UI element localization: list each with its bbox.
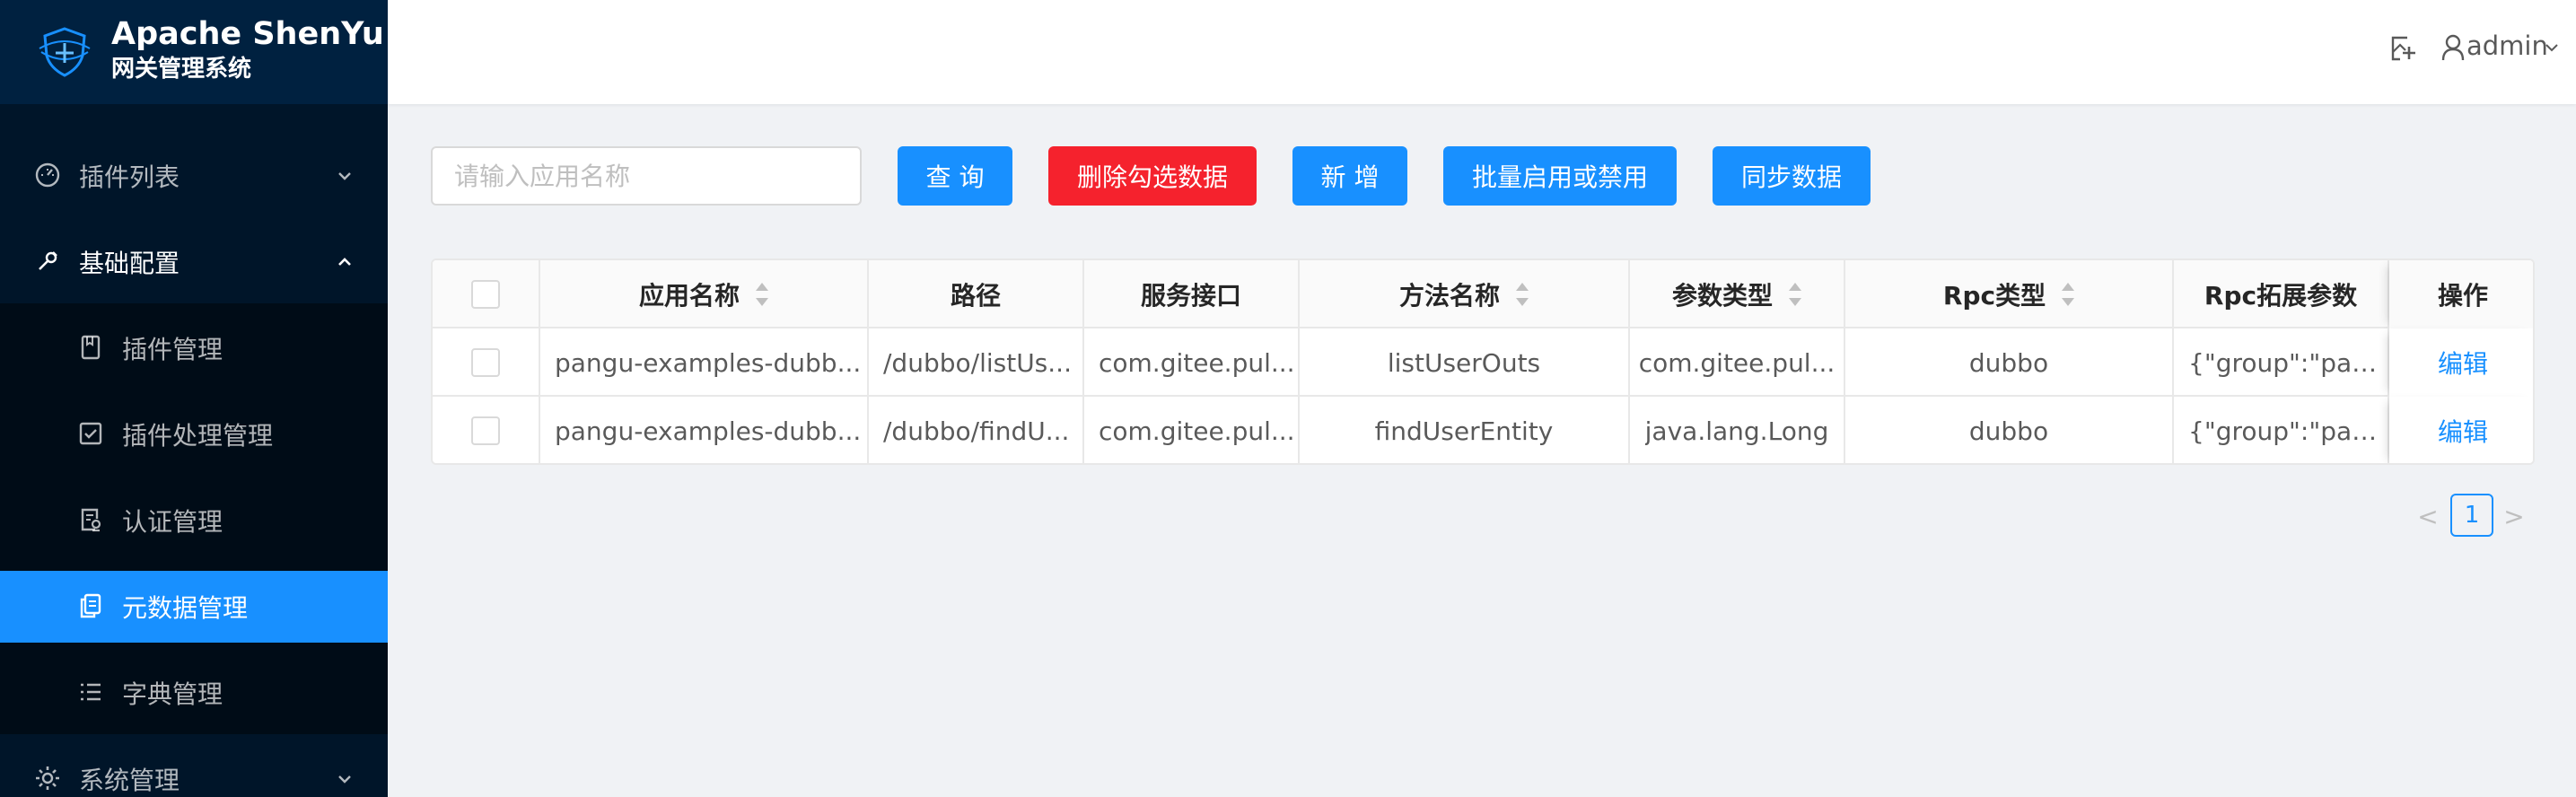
cell-rpc-type: dubbo: [1845, 397, 2174, 463]
sidebar-item-metadata[interactable]: 元数据管理: [0, 571, 388, 643]
cell-path: /dubbo/listUs...: [869, 328, 1084, 397]
cell-rpc-ext: {"group":"pan...: [2174, 328, 2389, 397]
pagination-next[interactable]: >: [2501, 502, 2528, 531]
column-title: 路径: [950, 281, 1001, 311]
select-all-checkbox[interactable]: [471, 280, 500, 309]
query-button[interactable]: 查 询: [898, 146, 1012, 206]
edit-link[interactable]: 编辑: [2438, 345, 2488, 381]
sidebar-item-basic-config[interactable]: 基础配置: [0, 219, 388, 305]
sidebar-item-plugin-handle[interactable]: 插件处理管理: [0, 391, 388, 477]
app-subtitle: 网关管理系统: [111, 56, 252, 83]
table-header: 应用名称 路径 服务接口 方法名称 参数类型 Rpc类型 Rpc拓展参数 操作: [433, 260, 2533, 328]
batch-enable-disable-button[interactable]: 批量启用或禁用: [1443, 146, 1677, 206]
shenyu-logo-icon: [39, 27, 91, 77]
table-row: pangu-examples-dubb... /dubbo/findU... c…: [433, 397, 2533, 463]
app-name-search-input[interactable]: [431, 146, 862, 206]
sort-icon[interactable]: [1516, 283, 1529, 306]
sidebar-item-auth[interactable]: 认证管理: [0, 477, 388, 564]
column-title: 操作: [2437, 281, 2488, 311]
chevron-down-icon[interactable]: [2544, 39, 2560, 56]
sidebar-item-plugin-list[interactable]: 插件列表: [0, 133, 388, 219]
metadata-table: 应用名称 路径 服务接口 方法名称 参数类型 Rpc类型 Rpc拓展参数 操作 …: [431, 258, 2535, 465]
table-row: pangu-examples-dubb... /dubbo/listUs... …: [433, 328, 2533, 397]
top-header: admin: [388, 0, 2576, 104]
delete-selected-button[interactable]: 删除勾选数据: [1048, 146, 1257, 206]
cell-service: com.gitee.pul...: [1084, 397, 1300, 463]
list-icon: [81, 683, 101, 701]
column-header-path: 路径: [869, 260, 1084, 328]
cell-service: com.gitee.pul...: [1084, 328, 1300, 397]
edit-link[interactable]: 编辑: [2438, 413, 2488, 449]
sidebar-item-label: 基础配置: [79, 249, 180, 278]
cell-method: findUserEntity: [1300, 397, 1630, 463]
column-title: Rpc拓展参数: [2204, 281, 2358, 311]
pagination-page-1[interactable]: 1: [2450, 494, 2493, 537]
column-title: 参数类型: [1671, 281, 1773, 311]
column-header-rpc-ext: Rpc拓展参数: [2174, 260, 2389, 328]
dashboard-icon: [35, 162, 60, 188]
cell-param-types: com.gitee.pul...: [1630, 328, 1845, 397]
sidebar-item-label: 元数据管理: [122, 593, 249, 623]
book-icon: [81, 335, 101, 360]
cell-action: 编辑: [2389, 397, 2533, 463]
sidebar-item-label: 字典管理: [122, 679, 223, 709]
row-select-cell: [433, 328, 540, 397]
sidebar-item-label: 插件列表: [79, 162, 180, 192]
cell-action: 编辑: [2389, 328, 2533, 397]
pagination-prev[interactable]: <: [2414, 502, 2441, 531]
fullscreen-icon[interactable]: [2389, 34, 2418, 63]
column-header-app-name[interactable]: 应用名称: [540, 260, 869, 328]
cell-app-name: pangu-examples-dubb...: [540, 328, 869, 397]
sidebar-item-system[interactable]: 系统管理: [0, 736, 388, 797]
row-checkbox[interactable]: [471, 416, 500, 445]
tool-icon: [39, 251, 57, 270]
column-header-service: 服务接口: [1084, 260, 1300, 328]
sort-icon[interactable]: [756, 283, 768, 306]
column-title: Rpc类型: [1942, 281, 2046, 311]
user-icon[interactable]: [2441, 34, 2465, 61]
app-title: Apache ShenYu: [111, 16, 384, 52]
username[interactable]: admin: [2466, 31, 2548, 61]
cell-rpc-type: dubbo: [1845, 328, 2174, 397]
logo[interactable]: Apache ShenYu 网关管理系统: [0, 0, 388, 104]
row-select-cell: [433, 397, 540, 463]
sidebar-item-dict[interactable]: 字典管理: [0, 650, 388, 736]
select-all-cell: [433, 260, 540, 328]
cell-path: /dubbo/findU...: [869, 397, 1084, 463]
sort-icon[interactable]: [1789, 283, 1801, 306]
cell-rpc-ext: {"group":"pan...: [2174, 397, 2389, 463]
column-header-action: 操作: [2389, 260, 2533, 328]
sidebar-item-label: 插件处理管理: [122, 421, 274, 451]
chevron-up-icon: [338, 258, 351, 266]
column-header-param-types[interactable]: 参数类型: [1630, 260, 1845, 328]
sidebar-item-label: 认证管理: [122, 507, 223, 537]
add-button[interactable]: 新 增: [1292, 146, 1407, 206]
audit-icon: [81, 508, 101, 532]
sync-data-button[interactable]: 同步数据: [1713, 146, 1871, 206]
sidebar-item-label: 系统管理: [79, 766, 180, 795]
cell-method: listUserOuts: [1300, 328, 1630, 397]
column-title: 服务接口: [1140, 281, 1241, 311]
column-title: 应用名称: [638, 281, 740, 311]
sidebar-item-plugin-manage[interactable]: 插件管理: [0, 305, 388, 391]
cell-param-types: java.lang.Long: [1630, 397, 1845, 463]
column-header-rpc-type[interactable]: Rpc类型: [1845, 260, 2174, 328]
row-checkbox[interactable]: [471, 348, 500, 377]
sort-icon[interactable]: [2062, 283, 2075, 306]
column-title: 方法名称: [1398, 281, 1500, 311]
chevron-down-icon: [338, 172, 351, 180]
sidebar-item-label: 插件管理: [122, 335, 223, 364]
sidebar: Apache ShenYu 网关管理系统 插件列表 基础配置 插件管理 插件处理…: [0, 0, 388, 797]
setting-icon: [36, 766, 59, 790]
snippets-icon: [80, 593, 101, 618]
cell-app-name: pangu-examples-dubb...: [540, 397, 869, 463]
column-header-method[interactable]: 方法名称: [1300, 260, 1630, 328]
check-square-icon: [79, 422, 102, 445]
chevron-down-icon: [338, 775, 351, 784]
